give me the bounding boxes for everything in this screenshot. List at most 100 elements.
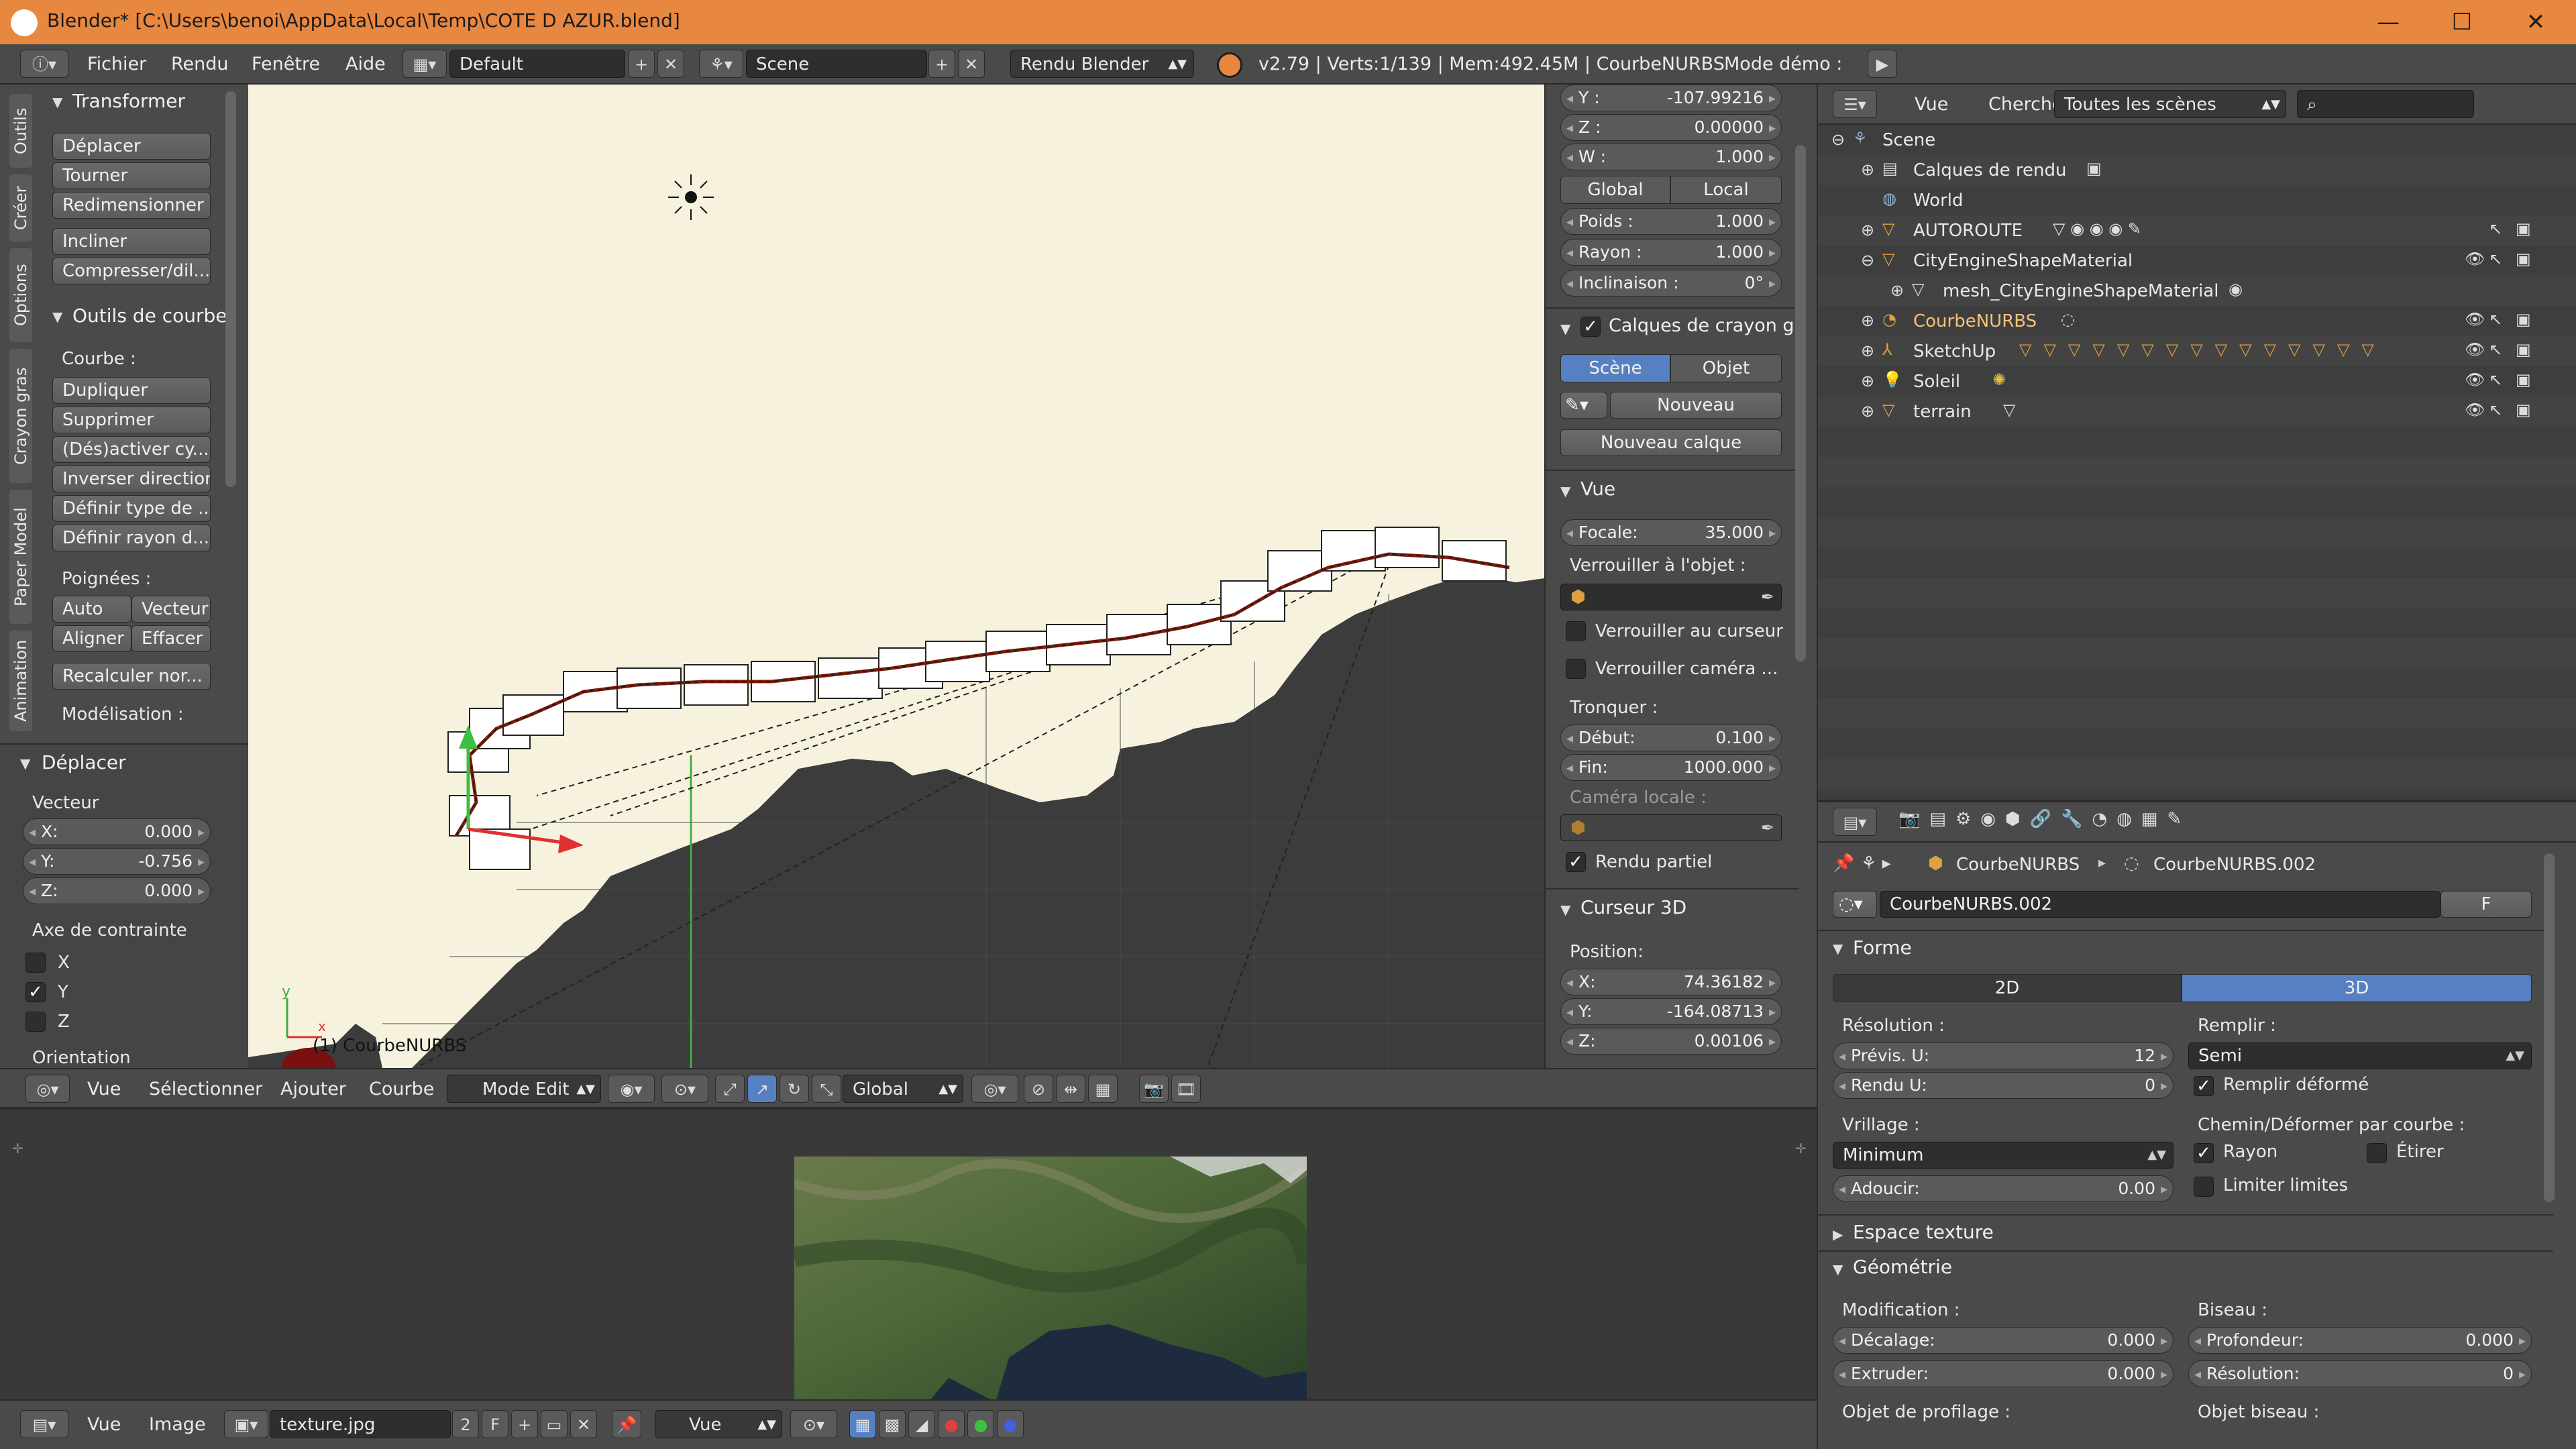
datablock-name-field[interactable]: CourbeNURBS.002 [1880, 891, 2440, 918]
local-toggle[interactable]: Local [1670, 176, 1782, 204]
delete-button[interactable]: Supprimer [52, 407, 211, 433]
new-image-icon[interactable]: + [511, 1410, 538, 1438]
scene-toggle[interactable]: Scène [1560, 354, 1670, 382]
remove-scene-icon[interactable]: ✕ [958, 50, 985, 78]
shape-panel-title[interactable]: Forme [1853, 936, 1912, 959]
tilt-field[interactable]: ◂ Inclinaison :0° ▸ [1560, 270, 1782, 297]
render-toggle-icon[interactable]: ▣ [2516, 310, 2531, 329]
expand-arrow-icon[interactable]: ▶ [1833, 1226, 1843, 1242]
collapse-arrow-icon[interactable]: ▼ [1560, 902, 1570, 918]
pivot-icon[interactable]: ⊙▾ [790, 1410, 837, 1438]
lock-camera-checkbox[interactable] [1566, 659, 1586, 679]
opengl-anim-icon[interactable]: 🎞 [1171, 1075, 1201, 1103]
outliner-row-terrain[interactable]: ⊕ ▽ terrain ▽ 👁 ↖ ▣ [1818, 396, 2576, 427]
cursor-z-field[interactable]: ◂ Z: 0.00106 ▸ [1560, 1028, 1782, 1055]
extrude-field[interactable]: ◂ Extruder: 0.000 ▸ [1833, 1360, 2174, 1387]
tab-paper-model[interactable]: Paper Model [9, 490, 32, 624]
outliner-menu-vue[interactable]: Vue [1915, 94, 1948, 115]
render-toggle-icon[interactable]: ▣ [2516, 400, 2531, 419]
collapse-icon[interactable]: ⊖ [1831, 130, 1845, 149]
tool-shelf-scrollbar[interactable] [225, 91, 236, 487]
point-w-field[interactable]: ◂ W :1.000 ▸ [1560, 144, 1782, 170]
collapse-arrow-icon[interactable]: ▼ [1833, 1261, 1843, 1277]
editor-type-properties-icon[interactable]: ▤▾ [1833, 808, 1877, 836]
twist-mode-select[interactable]: Minimum ▲▼ [1833, 1142, 2174, 1169]
maximize-button[interactable]: ☐ [2442, 5, 2482, 39]
smooth-field[interactable]: ◂ Adoucir: 0.00 ▸ [1833, 1175, 2174, 1202]
green-channel-icon[interactable]: ● [967, 1410, 994, 1438]
snap-icon[interactable]: ⊘ [1024, 1075, 1053, 1103]
render-engine-select[interactable]: Rendu Blender ▲▼ [1010, 50, 1194, 78]
editor-type-outliner-icon[interactable]: ☰▾ [1833, 90, 1877, 118]
tab-crayon-gras[interactable]: Crayon gras [9, 349, 32, 483]
scene-field[interactable]: Scene [746, 50, 927, 78]
tilt-button[interactable]: Incliner [52, 228, 211, 255]
outliner-row-scene[interactable]: ⊖ ⚘ Scene [1818, 125, 2576, 155]
pencil-icon[interactable]: ✎▾ [1560, 392, 1607, 419]
rotate-manipulator-icon[interactable]: ↻ [780, 1075, 809, 1103]
grease-pencil-checkbox[interactable]: ✓ [1580, 317, 1601, 337]
outliner-row-mesh-cityengine[interactable]: ⊕ ▽ mesh_CityEngineShapeMaterial ◉ [1818, 276, 2576, 306]
screen-layout-icon[interactable]: ▦▾ [402, 50, 447, 78]
tab-outils[interactable]: Outils [9, 94, 32, 168]
outliner-row-render-layers[interactable]: ⊕ ▤ Calques de rendu ▣ [1818, 155, 2576, 185]
proportional-edit-icon[interactable]: ◎▾ [971, 1075, 1018, 1103]
cursor-x-field[interactable]: ◂ X: 74.36182 ▸ [1560, 969, 1782, 996]
n-panel-scrollbar[interactable] [1795, 145, 1806, 661]
close-button[interactable]: ✕ [2516, 5, 2556, 39]
expand-icon[interactable]: ⊕ [1861, 160, 1874, 179]
bounds-clamp-checkbox[interactable] [2194, 1177, 2214, 1197]
shading-mode-icon[interactable]: ◉▾ [608, 1075, 655, 1103]
editor-type-info-icon[interactable]: ⓘ▾ [20, 50, 68, 78]
open-image-icon[interactable]: ▭ [541, 1410, 568, 1438]
vector-x-field[interactable]: ◂ X: 0.000 ▸ [23, 818, 211, 845]
display-z-icon[interactable]: ◢ [908, 1410, 935, 1438]
image-menu-image[interactable]: Image [149, 1414, 206, 1435]
set-spline-type-button[interactable]: Définir type de ... [52, 495, 211, 522]
vector-y-field[interactable]: ◂ Y: -0.756 ▸ [23, 848, 211, 875]
handle-vector-button[interactable]: Vecteur [131, 596, 211, 623]
image-name-field[interactable]: texture.jpg [270, 1410, 451, 1438]
texture-space-panel-title[interactable]: Espace texture [1853, 1221, 1994, 1243]
3d-viewport[interactable]: y x (1) CourbeNURBS [248, 85, 1544, 1068]
image-mode-select[interactable]: Vue ▲▼ [655, 1410, 782, 1438]
expand-icon[interactable]: ⊕ [1861, 341, 1874, 360]
expand-icon[interactable]: ⊕ [1861, 402, 1874, 421]
display-channels-color-icon[interactable]: ▦ [849, 1410, 876, 1438]
collapse-arrow-icon[interactable]: ▼ [52, 309, 62, 325]
lock-object-field[interactable]: ⬢ ✒ [1560, 584, 1782, 610]
layout-field[interactable]: Default [449, 50, 625, 78]
clip-start-field[interactable]: ◂ Début: 0.100 ▸ [1560, 724, 1782, 751]
menu-rendu[interactable]: Rendu [171, 54, 229, 74]
local-camera-field[interactable]: ⬢ ✒ [1560, 814, 1782, 841]
manipulator-toggle-icon[interactable]: ⤢ [715, 1075, 745, 1103]
snap-target-icon[interactable]: ▦ [1088, 1075, 1118, 1103]
scene-icon[interactable]: ⚘▾ [699, 50, 743, 78]
pin-image-icon[interactable]: 📌 [612, 1410, 641, 1438]
menu-vue[interactable]: Vue [87, 1079, 121, 1099]
select-cursor-icon[interactable]: ↖ [2489, 310, 2502, 329]
eyedropper-icon[interactable]: ✒ [1761, 815, 1774, 841]
collapse-arrow-icon[interactable]: ▼ [1833, 941, 1843, 957]
add-scene-icon[interactable]: + [928, 50, 955, 78]
outliner-search-input[interactable]: ⌕ [2297, 90, 2474, 118]
focal-length-field[interactable]: ◂ Focale: 35.000 ▸ [1560, 519, 1782, 546]
image-menu-vue[interactable]: Vue [87, 1414, 121, 1435]
outliner-row-sketchup[interactable]: ⊕ ⅄ SketchUp ▽▽▽▽▽▽▽▽▽▽▽▽▽▽▽ 👁 ↖ ▣ [1818, 336, 2576, 366]
opengl-render-icon[interactable]: 📷 [1139, 1075, 1169, 1103]
menu-fichier[interactable]: Fichier [87, 54, 146, 74]
visibility-eye-icon[interactable]: 👁 [2465, 310, 2485, 329]
select-cursor-icon[interactable]: ↖ [2489, 370, 2502, 389]
visibility-eye-icon[interactable]: 👁 [2465, 370, 2485, 389]
collapse-arrow-icon[interactable]: ▼ [1560, 321, 1570, 337]
image-fake-user-button[interactable]: F [482, 1410, 508, 1438]
collapse-arrow-icon[interactable]: ▼ [1560, 483, 1570, 499]
preview-u-field[interactable]: ◂ Prévis. U: 12 ▸ [1833, 1042, 2174, 1069]
radius-checkbox[interactable]: ✓ [2194, 1143, 2214, 1163]
add-layout-icon[interactable]: + [628, 50, 655, 78]
editor-type-image-icon[interactable]: ▤▾ [20, 1410, 68, 1438]
remove-layout-icon[interactable]: ✕ [657, 50, 684, 78]
transform-orientation-select[interactable]: Global ▲▼ [843, 1075, 963, 1103]
switch-direction-button[interactable]: Inverser direction [52, 466, 211, 492]
play-icon[interactable]: ▶ [1868, 50, 1897, 78]
